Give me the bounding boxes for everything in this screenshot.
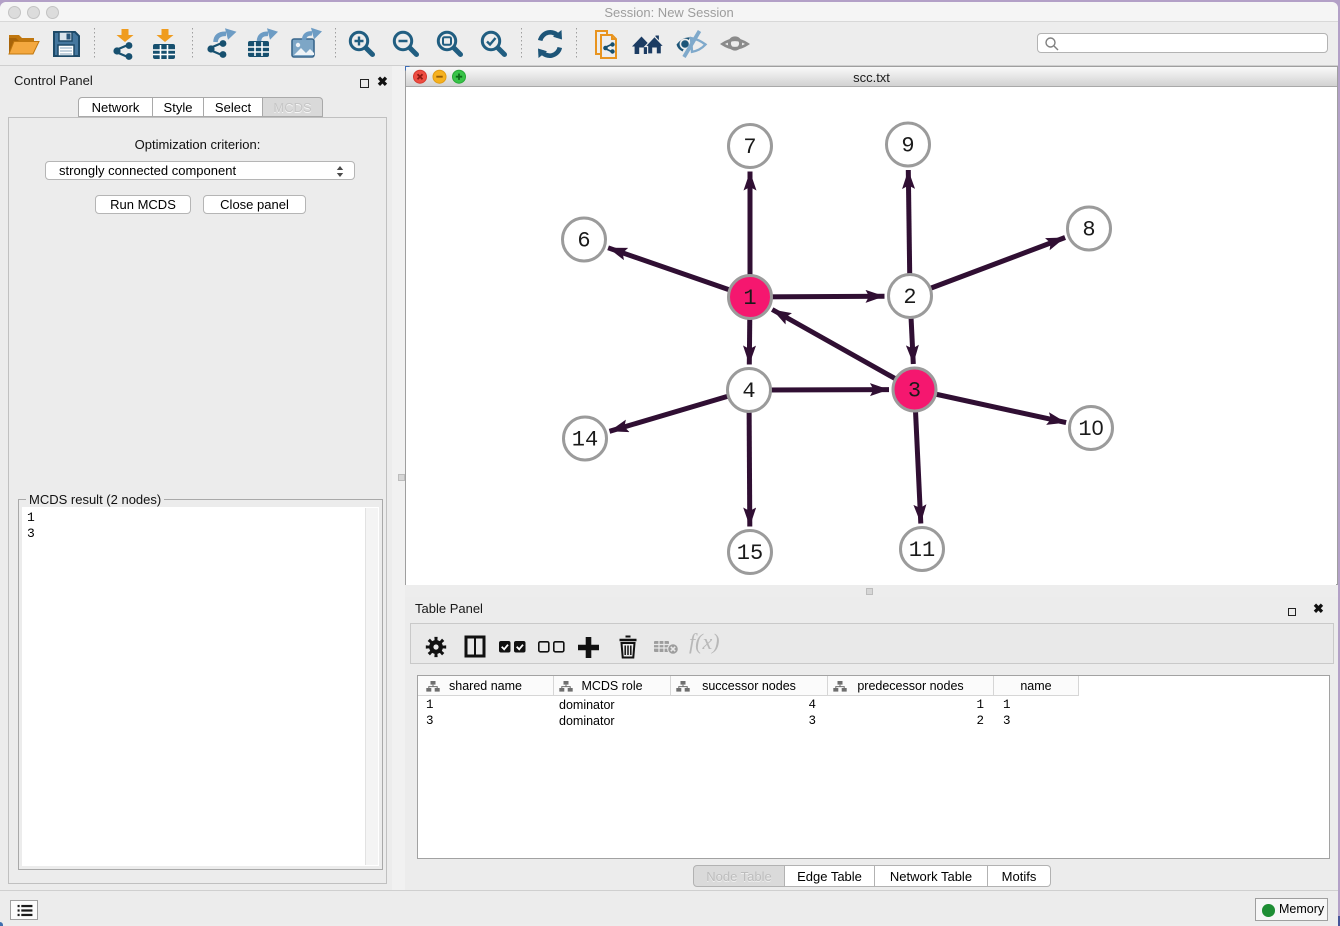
svg-text:15: 15 [737, 541, 763, 566]
svg-text:2: 2 [903, 285, 916, 310]
svg-text:11: 11 [909, 538, 935, 563]
svg-text:14: 14 [572, 427, 598, 452]
svg-text:9: 9 [901, 133, 914, 158]
svg-text:8: 8 [1082, 217, 1095, 242]
svg-text:1: 1 [743, 286, 756, 311]
svg-text:7: 7 [743, 135, 756, 160]
svg-text:3: 3 [908, 378, 921, 403]
svg-text:4: 4 [742, 379, 755, 404]
svg-text:10: 10 [1078, 416, 1103, 442]
svg-text:6: 6 [577, 228, 590, 253]
